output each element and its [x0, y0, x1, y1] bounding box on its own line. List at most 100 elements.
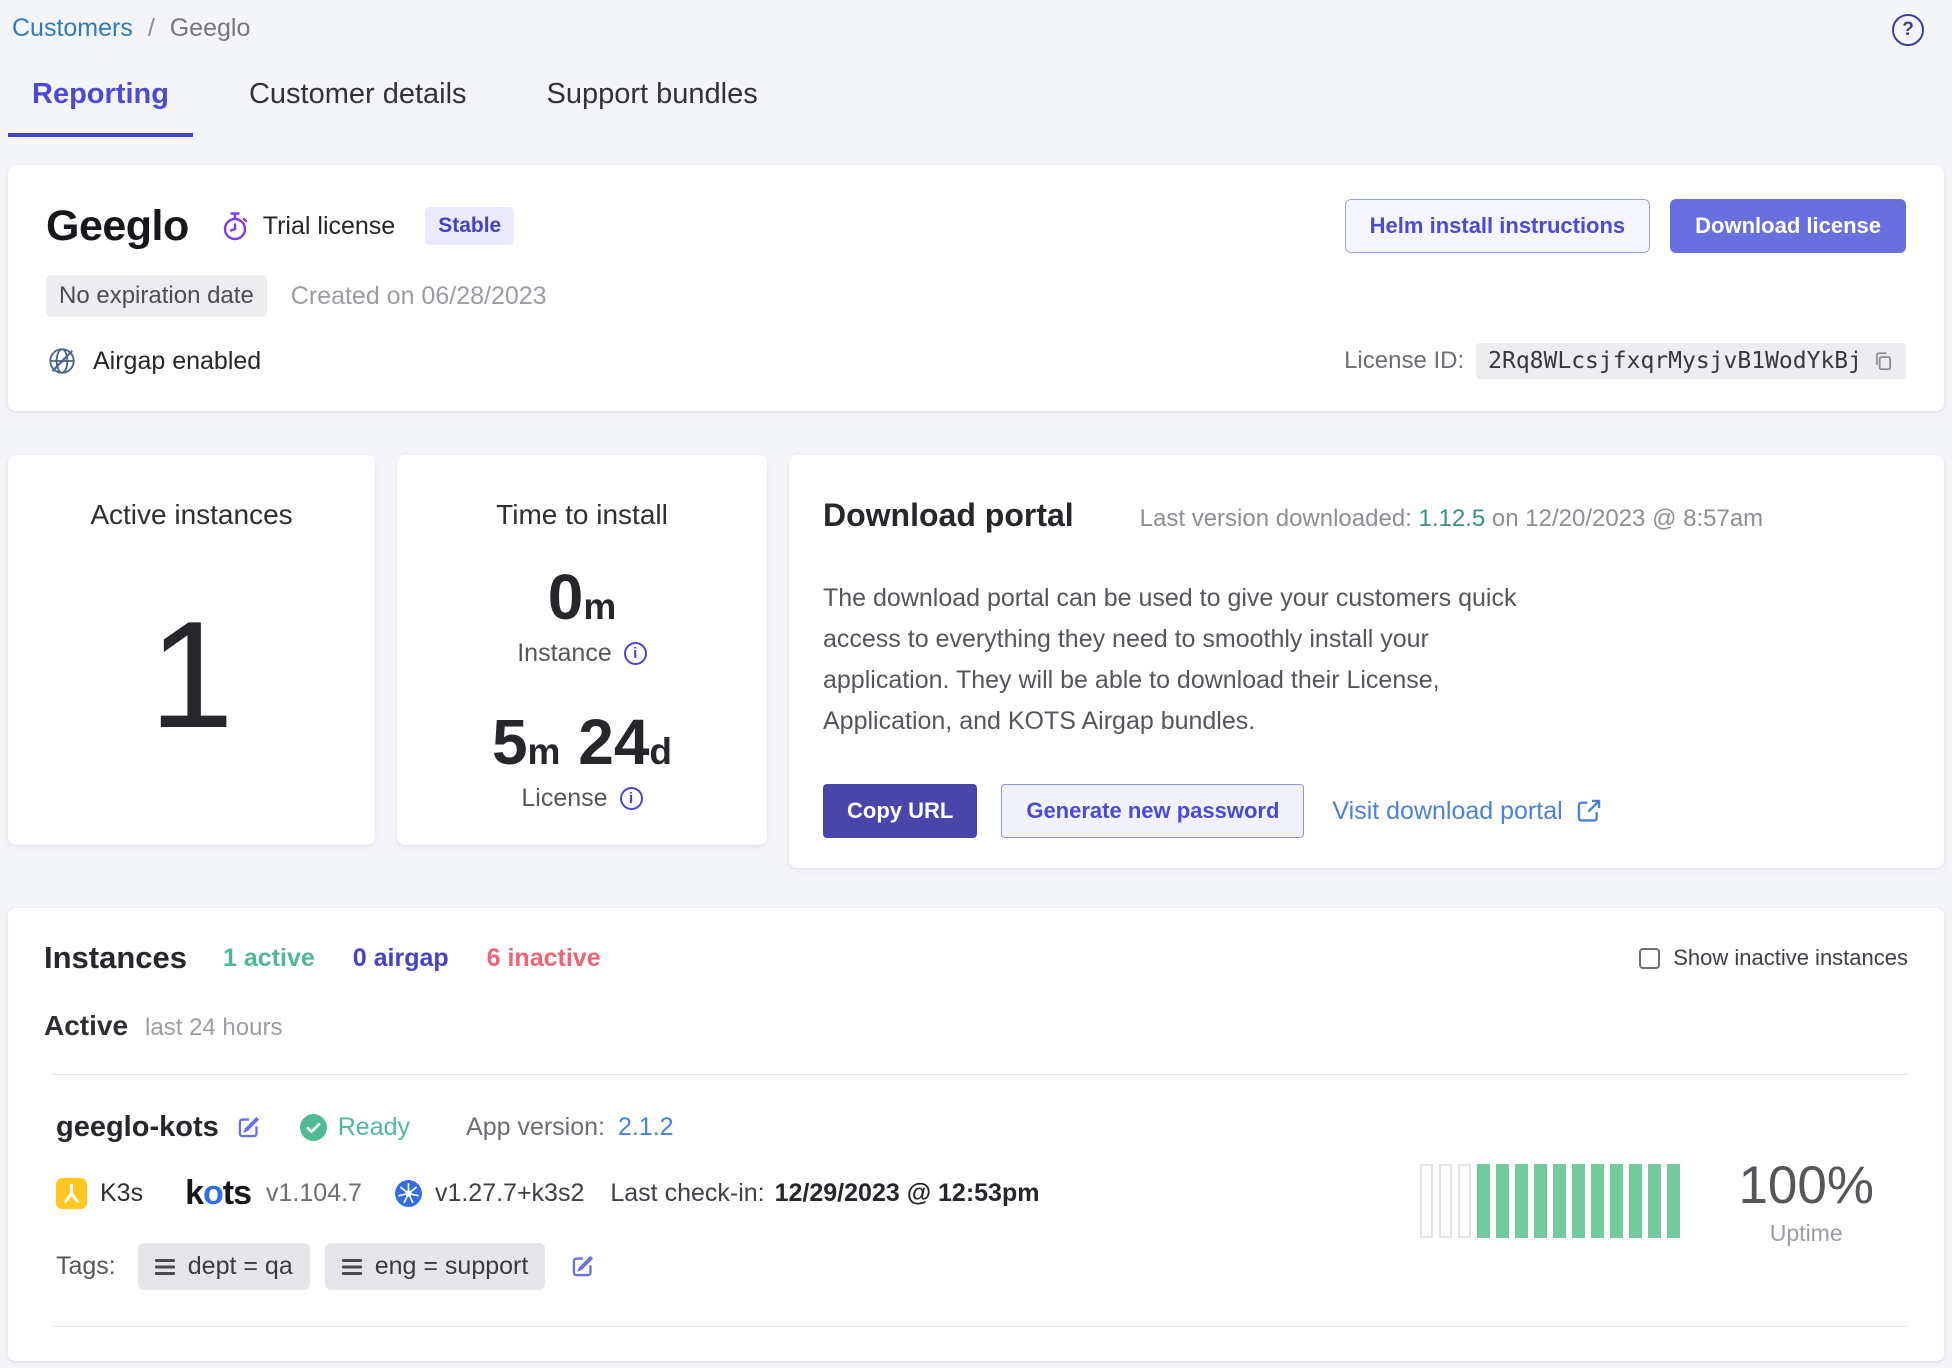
page: Customers / Geeglo ? Reporting Customer …	[0, 0, 1952, 1368]
license-info-icon[interactable]: i	[620, 787, 643, 810]
license-id-row: License ID: 2Rq8WLcsjfxqrMysjvB1WodYkBj	[1344, 343, 1906, 379]
tab-bar: Reporting Customer details Support bundl…	[8, 78, 1944, 137]
license-install-label: License	[521, 784, 607, 813]
help-icon[interactable]: ?	[1892, 14, 1924, 46]
last-checkin: Last check-in:12/29/2023 @ 12:53pm	[610, 1179, 1039, 1208]
license-id-chip: 2Rq8WLcsjfxqrMysjvB1WodYkBj	[1476, 343, 1906, 379]
uptime-bar-filled	[1477, 1164, 1490, 1238]
download-portal-card: Download portal Last version downloaded:…	[789, 455, 1944, 868]
app-version: App version: 2.1.2	[466, 1113, 674, 1142]
distribution: K3s	[56, 1178, 143, 1209]
uptime-bar-empty	[1439, 1164, 1452, 1238]
edit-instance-name-icon[interactable]	[235, 1114, 262, 1141]
show-inactive-toggle[interactable]: Show inactive instances	[1639, 945, 1908, 971]
uptime-bar-filled	[1572, 1164, 1585, 1238]
time-to-install-title: Time to install	[496, 499, 668, 531]
uptime-bar-filled	[1591, 1164, 1604, 1238]
inactive-count: 6 inactive	[487, 944, 601, 973]
tags-label: Tags:	[56, 1252, 116, 1281]
tag-pill: dept = qa	[138, 1243, 310, 1290]
download-license-button[interactable]: Download license	[1670, 199, 1906, 253]
channel-badge: Stable	[425, 207, 514, 245]
uptime-section: 100% Uptime	[1420, 1155, 1874, 1247]
last-version-downloaded: Last version downloaded: 1.12.5 on 12/20…	[1140, 505, 1764, 533]
active-count: 1 active	[223, 944, 315, 973]
instance-install-time: 0m	[548, 565, 617, 629]
time-to-install-card: Time to install 0m Instance i 5m 24d Lic…	[397, 455, 767, 845]
uptime-bar-filled	[1534, 1164, 1547, 1238]
license-install-time: 5m 24d	[492, 710, 672, 774]
external-link-icon	[1576, 798, 1602, 824]
expiration-badge: No expiration date	[46, 275, 267, 317]
license-type-label: Trial license	[263, 212, 395, 241]
tab-reporting[interactable]: Reporting	[8, 78, 193, 137]
active-instances-card: Active instances 1	[8, 455, 375, 845]
divider	[52, 1074, 1908, 1075]
airgap-globe-icon	[46, 345, 78, 377]
uptime-bar-filled	[1553, 1164, 1566, 1238]
last-checkin-value: 12/29/2023 @ 12:53pm	[775, 1179, 1040, 1207]
visit-download-portal-link[interactable]: Visit download portal	[1332, 797, 1601, 826]
copy-url-button[interactable]: Copy URL	[823, 784, 977, 838]
tag-pills: dept = qa eng = support	[138, 1243, 546, 1290]
app-version-link[interactable]: 2.1.2	[618, 1113, 674, 1141]
kubernetes-version: v1.27.7+k3s2	[394, 1179, 584, 1208]
edit-tags-icon[interactable]	[569, 1253, 596, 1280]
uptime-bar-filled	[1610, 1164, 1623, 1238]
tab-support-bundles[interactable]: Support bundles	[523, 78, 782, 137]
license-type: Trial license	[221, 211, 395, 242]
download-portal-title: Download portal	[823, 497, 1074, 534]
instances-card: Instances 1 active 0 airgap 6 inactive S…	[8, 908, 1944, 1361]
download-portal-description: The download portal can be used to give …	[823, 578, 1533, 742]
uptime-bar-filled	[1667, 1164, 1680, 1238]
helm-install-instructions-button[interactable]: Helm install instructions	[1345, 199, 1651, 253]
metrics-row: Active instances 1 Time to install 0m In…	[8, 455, 1944, 868]
instance-name: geeglo-kots	[56, 1111, 219, 1144]
kots-logo: kots	[185, 1174, 251, 1213]
kubernetes-icon	[394, 1179, 423, 1208]
license-id-label: License ID:	[1344, 347, 1464, 375]
kubernetes-version-label: v1.27.7+k3s2	[435, 1179, 584, 1208]
uptime-bar-filled	[1648, 1164, 1661, 1238]
license-id-value: 2Rq8WLcsjfxqrMysjvB1WodYkBj	[1488, 348, 1862, 374]
trial-timer-icon	[221, 211, 250, 242]
active-section-label: Active	[44, 1010, 128, 1042]
tab-customer-details[interactable]: Customer details	[225, 78, 491, 137]
uptime-bar-filled	[1629, 1164, 1642, 1238]
uptime-bar-filled	[1496, 1164, 1509, 1238]
airgap-label: Airgap enabled	[93, 347, 261, 376]
active-instances-value: 1	[149, 599, 234, 751]
instance-info-icon[interactable]: i	[624, 642, 647, 665]
k3s-icon	[56, 1178, 87, 1209]
instance-install-label: Instance	[517, 639, 612, 668]
tag-icon	[155, 1259, 175, 1275]
uptime-label: Uptime	[1738, 1220, 1874, 1247]
breadcrumb-current: Geeglo	[170, 14, 251, 42]
tag-pill: eng = support	[325, 1243, 546, 1290]
distribution-label: K3s	[100, 1179, 143, 1208]
instance-row: geeglo-kots	[56, 1111, 1908, 1290]
breadcrumb: Customers / Geeglo	[12, 14, 250, 43]
tag-icon	[342, 1259, 362, 1275]
active-instances-title: Active instances	[90, 499, 292, 531]
airgap-count: 0 airgap	[353, 944, 449, 973]
generate-password-button[interactable]: Generate new password	[1001, 784, 1304, 838]
uptime-bar-filled	[1515, 1164, 1528, 1238]
show-inactive-checkbox[interactable]	[1639, 948, 1660, 969]
instance-counts: 1 active 0 airgap 6 inactive	[223, 944, 601, 973]
uptime-bars	[1420, 1164, 1680, 1238]
last-version-link[interactable]: 1.12.5	[1419, 505, 1486, 532]
instances-title: Instances	[44, 940, 187, 976]
instance-status: Ready	[300, 1113, 410, 1142]
divider-bottom	[52, 1326, 1908, 1327]
uptime-bar-empty	[1458, 1164, 1471, 1238]
top-bar: Customers / Geeglo ?	[8, 12, 1944, 46]
copy-license-id-icon[interactable]	[1872, 350, 1894, 372]
kots-version: v1.104.7	[266, 1179, 362, 1208]
ready-check-icon	[300, 1114, 327, 1141]
created-date-text: Created on 06/28/2023	[291, 282, 547, 311]
breadcrumb-customers-link[interactable]: Customers	[12, 14, 133, 42]
status-label: Ready	[338, 1113, 410, 1142]
airgap-status: Airgap enabled	[46, 345, 261, 377]
customer-name: Geeglo	[46, 202, 189, 251]
